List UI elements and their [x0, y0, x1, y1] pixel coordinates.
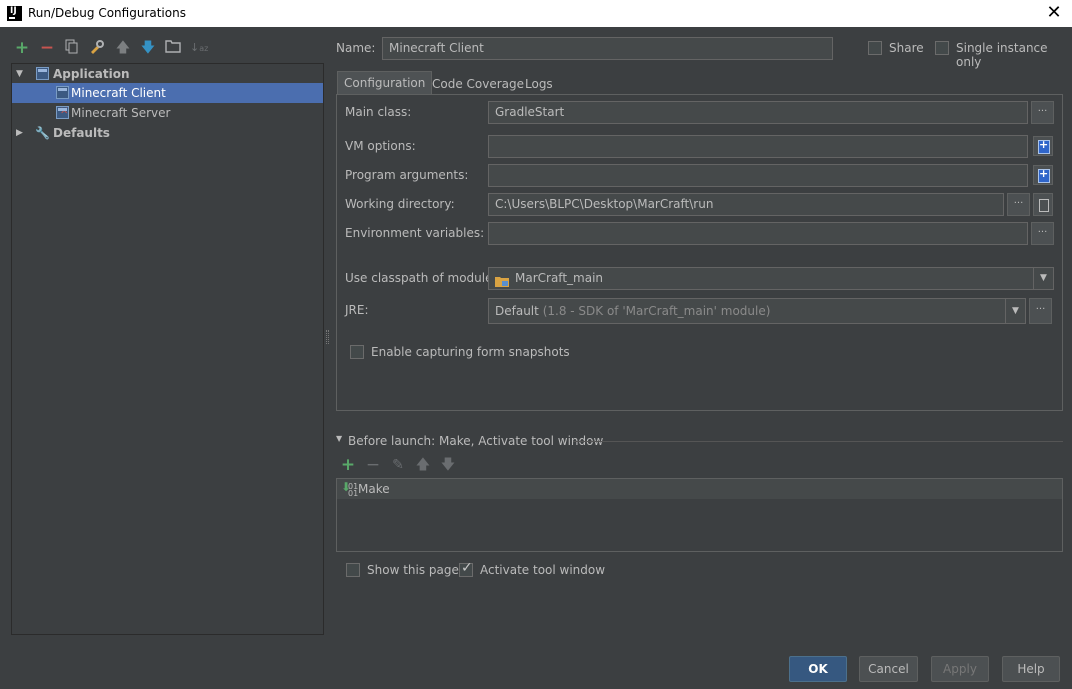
chevron-down-icon[interactable]: ▼ [1005, 299, 1025, 323]
activate-tool-window-checkbox[interactable] [459, 560, 473, 577]
main-class-browse-button[interactable]: ··· [1031, 101, 1054, 124]
add-task-icon[interactable]: + [340, 456, 356, 474]
working-directory-browse-button[interactable]: ··· [1007, 193, 1030, 216]
before-launch-list[interactable]: ⬇ 01 01 Make [336, 478, 1063, 552]
expand-field-icon[interactable] [1033, 136, 1053, 156]
tree-item-minecraft-client[interactable]: Minecraft Client [12, 83, 323, 103]
list-item[interactable]: ⬇ 01 01 Make [337, 479, 1062, 499]
expanded-arrow-icon[interactable]: ▼ [16, 64, 23, 84]
tree-item-defaults[interactable]: ▶ 🔧 Defaults [12, 123, 323, 143]
ok-button[interactable]: OK [789, 656, 847, 682]
configuration-tree[interactable]: ▼ Application Minecraft Client ✕ Minecra… [11, 63, 324, 635]
tree-item-application[interactable]: ▼ Application [12, 64, 323, 84]
main-class-field[interactable]: GradleStart [488, 101, 1028, 124]
tree-item-minecraft-server[interactable]: ✕ Minecraft Server [12, 103, 323, 123]
program-arguments-label: Program arguments: [345, 168, 469, 182]
remove-task-icon[interactable]: − [365, 456, 381, 474]
move-task-up-icon[interactable]: 🡅 [415, 456, 431, 474]
main-class-label: Main class: [345, 105, 412, 119]
tab-code-coverage[interactable]: Code Coverage [425, 72, 531, 96]
move-up-icon[interactable]: 🡅 [115, 39, 131, 57]
collapsed-arrow-icon[interactable]: ▶ [16, 123, 23, 143]
folder-icon[interactable] [165, 39, 181, 57]
show-page-checkbox[interactable] [346, 563, 360, 577]
jre-browse-button[interactable]: ··· [1029, 298, 1052, 324]
classpath-module-combo[interactable]: MarCraft_main ▼ [488, 267, 1054, 290]
application-config-icon [36, 67, 49, 80]
jre-combo[interactable]: Default (1.8 - SDK of 'MarCraft_main' mo… [488, 298, 1026, 324]
before-launch-title: Before launch: Make, Activate tool windo… [348, 434, 604, 448]
share-label: Share [889, 41, 924, 55]
program-arguments-field[interactable] [488, 164, 1028, 187]
vm-options-label: VM options: [345, 139, 416, 153]
close-icon[interactable]: ✕ [1042, 1, 1066, 25]
jre-value: Default [495, 304, 539, 318]
make-icon: ⬇ 01 01 [341, 480, 359, 498]
move-down-icon[interactable]: 🡇 [140, 39, 156, 57]
classpath-module-label: Use classpath of module: [345, 271, 497, 285]
copy-icon[interactable] [64, 39, 80, 57]
classpath-module-value: MarCraft_main [515, 271, 604, 285]
single-instance-checkbox[interactable] [935, 41, 949, 55]
application-config-error-icon: ✕ [56, 106, 69, 119]
single-instance-label: Single instance only [956, 41, 1048, 69]
environment-variables-field[interactable] [488, 222, 1028, 245]
defaults-wrench-icon: 🔧 [35, 126, 50, 140]
apply-button[interactable]: Apply [931, 656, 989, 682]
tab-configuration[interactable]: Configuration [337, 71, 433, 95]
name-field[interactable]: Minecraft Client [382, 37, 833, 60]
tab-logs[interactable]: Logs [518, 72, 560, 96]
move-task-down-icon[interactable]: 🡇 [440, 456, 456, 474]
chevron-down-icon[interactable]: ▼ [1033, 268, 1053, 289]
show-page-label: Show this page [367, 563, 459, 577]
share-checkbox[interactable] [868, 41, 882, 55]
working-directory-label: Working directory: [345, 197, 455, 211]
edit-task-icon[interactable]: ✎ [390, 456, 406, 474]
add-icon[interactable]: + [14, 39, 30, 57]
application-config-icon [56, 86, 69, 99]
splitter-handle[interactable] [326, 330, 329, 344]
sort-icon[interactable]: ↓az [190, 39, 208, 57]
activate-tool-window-label: Activate tool window [480, 563, 606, 577]
help-button[interactable]: Help [1002, 656, 1060, 682]
environment-variables-label: Environment variables: [345, 226, 485, 240]
window-title: Run/Debug Configurations [28, 6, 186, 20]
insert-macro-icon[interactable] [1033, 193, 1053, 216]
vm-options-field[interactable] [488, 135, 1028, 158]
collapse-arrow-icon[interactable]: ▼ [336, 434, 342, 443]
expand-field-icon[interactable] [1033, 165, 1053, 185]
module-folder-icon [495, 273, 509, 287]
name-label: Name: [336, 41, 376, 55]
intellij-app-icon: IJ [7, 6, 22, 21]
remove-icon[interactable]: − [39, 39, 55, 57]
environment-variables-browse-button[interactable]: ··· [1031, 222, 1054, 245]
before-launch-divider [573, 441, 1063, 442]
title-bar: IJ Run/Debug Configurations ✕ [0, 0, 1072, 27]
snapshots-checkbox[interactable] [350, 345, 364, 359]
edit-defaults-icon[interactable] [89, 39, 105, 57]
snapshots-label: Enable capturing form snapshots [371, 345, 570, 359]
jre-label: JRE: [345, 303, 369, 317]
cancel-button[interactable]: Cancel [859, 656, 918, 682]
jre-detail: (1.8 - SDK of 'MarCraft_main' module) [542, 304, 771, 318]
working-directory-field[interactable]: C:\Users\BLPC\Desktop\MarCraft\run [488, 193, 1004, 216]
